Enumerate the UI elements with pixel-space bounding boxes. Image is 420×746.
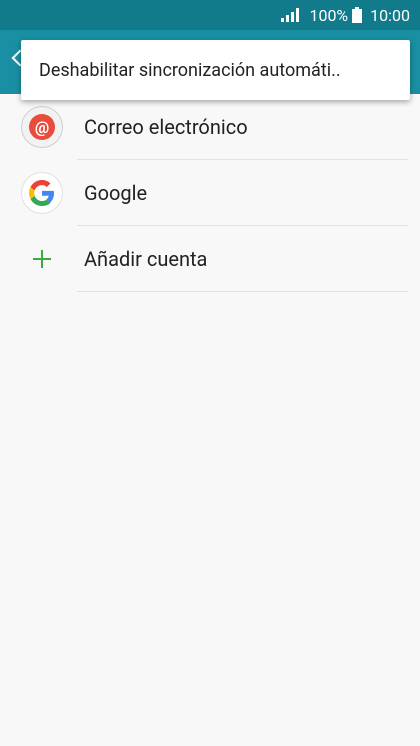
overflow-popup-menu: Deshabilitar sincronización automáti.. (21, 40, 410, 100)
divider (77, 291, 408, 292)
add-account-label: Añadir cuenta (84, 247, 208, 271)
account-row-email[interactable]: @ Correo electrónico (0, 94, 420, 160)
battery-percentage: 100% (309, 5, 349, 25)
account-label-google: Google (84, 181, 148, 205)
google-icon (21, 172, 63, 214)
accounts-list: @ Correo electrónico Google Añadir cuent… (0, 94, 420, 292)
status-time: 10:00 (370, 5, 410, 25)
email-icon: @ (21, 106, 63, 148)
account-label-email: Correo electrónico (84, 115, 248, 139)
signal-icon (281, 8, 300, 22)
account-row-google[interactable]: Google (0, 160, 420, 226)
menu-item-disable-auto-sync[interactable]: Deshabilitar sincronización automáti.. (39, 60, 341, 81)
plus-icon (33, 250, 51, 268)
battery-icon (352, 7, 363, 23)
add-account-row[interactable]: Añadir cuenta (0, 226, 420, 292)
status-bar: 100% 10:00 (0, 0, 420, 30)
